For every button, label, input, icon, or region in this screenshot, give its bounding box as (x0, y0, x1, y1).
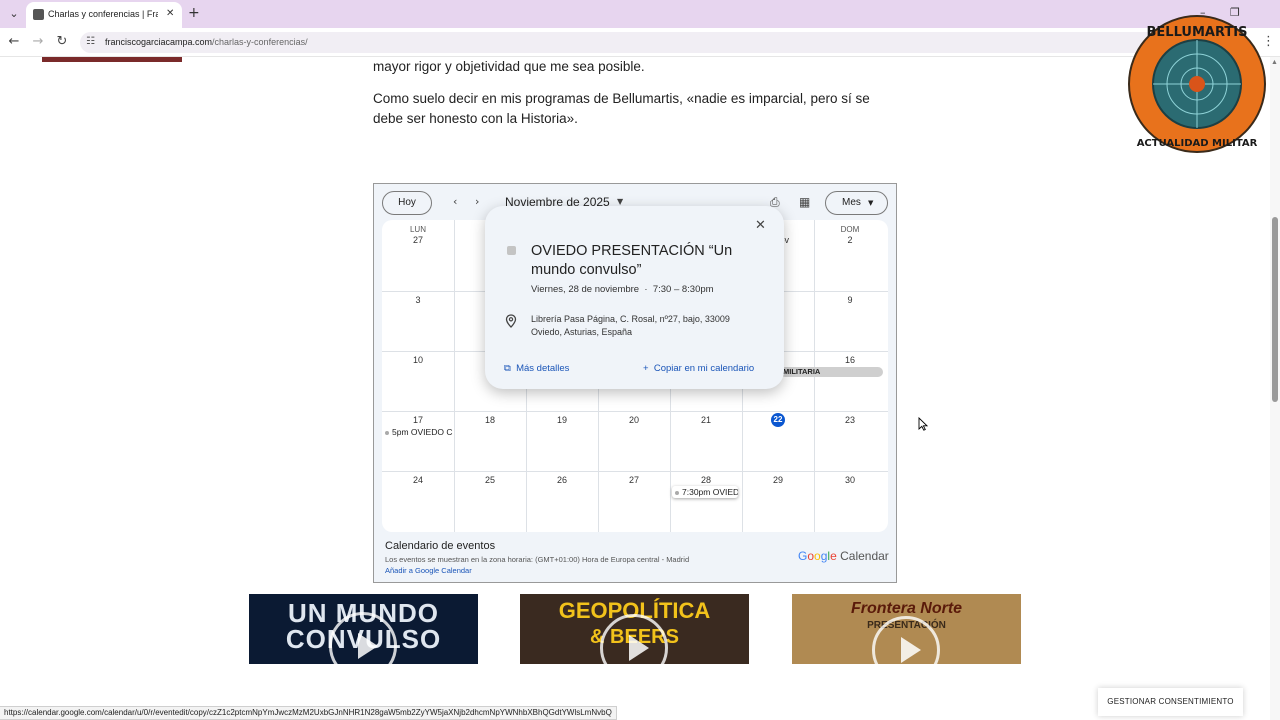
scrollbar-thumb[interactable] (1272, 217, 1278, 402)
video-thumbnail-geopolitica[interactable]: GEOPOLÍTICA & BEERS (520, 594, 749, 664)
month-dropdown-caret-icon[interactable]: ▼ (617, 197, 623, 206)
day-number[interactable]: 27 (598, 475, 670, 485)
location-line-1: Librería Pasa Página, C. Rosal, nº27, ba… (531, 314, 730, 324)
today-day-number[interactable]: 22 (771, 413, 785, 427)
event-location: Librería Pasa Página, C. Rosal, nº27, ba… (531, 313, 730, 339)
location-pin-icon (505, 314, 517, 328)
calendar-name: Calendario de eventos (385, 540, 496, 552)
text-paragraph-2: Como suelo decir en mis programas de Bel… (373, 91, 870, 126)
grid-divider (382, 471, 888, 472)
new-tab-plus-icon[interactable]: + (188, 5, 200, 21)
close-icon[interactable]: ✕ (755, 218, 766, 233)
day-number[interactable]: 10 (382, 355, 454, 365)
manage-consent-button[interactable]: GESTIONAR CONSENTIMIENTO (1098, 688, 1243, 716)
day-number[interactable]: 18 (454, 415, 526, 425)
brand-suffix: Calendar (840, 549, 889, 563)
back-arrow-icon[interactable]: ← (6, 34, 22, 50)
event-chip-militaria[interactable]: MILITARIA (780, 367, 883, 377)
url-domain: franciscogarciacampa.com (105, 37, 213, 47)
tab-list-chevron-down-icon[interactable]: ⌄ (5, 5, 23, 23)
day-number[interactable]: 30 (814, 475, 886, 485)
day-number[interactable]: 19 (526, 415, 598, 425)
event-dot-icon (385, 430, 389, 435)
event-color-square (507, 246, 516, 255)
event-chip-oviedo-17[interactable]: 5pm OVIEDO C (385, 427, 453, 437)
next-month-chevron-icon[interactable]: › (475, 195, 479, 208)
browser-tab-bar: ⌄ Charlas y conferencias | Francisco ✕ +… (0, 0, 1280, 28)
view-select-button[interactable]: Mes ▼ (825, 191, 888, 215)
event-dot-icon (675, 490, 679, 495)
weekday-header: DOM (840, 225, 860, 234)
google-calendar-logo[interactable]: Google Calendar (798, 549, 889, 563)
view-caret-icon: ▼ (868, 199, 874, 207)
event-details-popup: ✕ OVIEDO PRESENTACIÓN “Un mundo convulso… (485, 206, 784, 389)
url-path: /charlas-y-conferencias/ (212, 37, 308, 47)
day-number[interactable]: 28 (670, 475, 742, 485)
event-chip-oviedo-28[interactable]: 7:30pm OVIEDO (672, 486, 738, 498)
site-info-tune-icon[interactable]: ☷ (86, 36, 95, 47)
calendar-icon[interactable]: ▦ (799, 195, 810, 209)
day-number[interactable]: 25 (454, 475, 526, 485)
view-select-label: Mes (842, 197, 861, 208)
text-paragraph-1: mayor rigor y objetividad que me sea pos… (373, 59, 645, 74)
copy-to-calendar-link[interactable]: + Copiar en mi calendario (643, 363, 754, 374)
event-datetime: Viernes, 28 de noviembre · 7:30 – 8:30pm (531, 284, 714, 295)
day-number[interactable]: 2 (814, 235, 886, 245)
site-favicon-icon (33, 9, 44, 20)
mouse-cursor-icon (918, 417, 928, 431)
scroll-up-arrow-icon[interactable]: ▲ (1271, 59, 1278, 66)
day-number[interactable]: 3 (382, 295, 454, 305)
logo-text-bottom: ACTUALIDAD MILITAR (1137, 138, 1258, 149)
forward-arrow-icon[interactable]: → (30, 34, 46, 50)
bellumartis-logo[interactable]: BELLUMARTIS ACTUALIDAD MILITAR (1127, 14, 1267, 154)
timezone-note: Los eventos se muestran en la zona horar… (385, 555, 690, 564)
plus-icon: + (643, 363, 649, 374)
day-number[interactable]: 26 (526, 475, 598, 485)
day-number[interactable]: 29 (742, 475, 814, 485)
event-chip-label: 5pm OVIEDO C (392, 427, 453, 437)
day-number[interactable]: 27 (382, 235, 454, 245)
day-number[interactable]: 20 (598, 415, 670, 425)
status-bar-url: https://calendar.google.com/calendar/u/0… (0, 706, 617, 720)
day-number[interactable]: 23 (814, 415, 886, 425)
day-number[interactable]: 16 (814, 355, 886, 365)
grid-divider (454, 220, 455, 532)
address-bar[interactable]: ☷ franciscogarciacampa.com/charlas-y-con… (80, 32, 1180, 53)
more-details-label: Más detalles (516, 363, 570, 374)
video-thumbnail-un-mundo-convulso[interactable]: UN MUNDO CONVULSO (249, 594, 478, 664)
add-to-google-calendar-link[interactable]: Añadir a Google Calendar (385, 566, 472, 575)
browser-tab-active[interactable]: Charlas y conferencias | Francisco ✕ (26, 2, 182, 28)
more-details-link[interactable]: ⧉ Más detalles (504, 363, 569, 374)
grid-divider (382, 411, 888, 412)
menu-accent-bar (42, 57, 182, 62)
copy-to-calendar-label: Copiar en mi calendario (653, 363, 755, 374)
day-number[interactable]: 17 (382, 415, 454, 425)
open-in-new-icon: ⧉ (504, 363, 511, 374)
day-number[interactable]: 24 (382, 475, 454, 485)
prev-month-chevron-icon[interactable]: ‹ (453, 195, 457, 208)
reload-icon[interactable]: ↻ (54, 34, 70, 50)
tab-title: Charlas y conferencias | Francisco (48, 9, 158, 19)
logo-text-top: BELLUMARTIS (1147, 25, 1248, 40)
address-url[interactable]: franciscogarciacampa.com/charlas-y-confe… (105, 37, 308, 47)
today-button[interactable]: Hoy (382, 191, 432, 215)
day-number[interactable]: 21 (670, 415, 742, 425)
tab-close-icon[interactable]: ✕ (166, 8, 174, 19)
day-number[interactable]: 9 (814, 295, 886, 305)
location-line-2: Oviedo, Asturias, España (531, 327, 633, 337)
event-time: 7:30 – 8:30pm (652, 284, 714, 295)
event-chip-label: 7:30pm OVIEDO (682, 487, 738, 497)
event-date: Viernes, 28 de noviembre (531, 284, 640, 295)
video-thumbnail-frontera-norte[interactable]: Frontera Norte PRESENTACIÓN (792, 594, 1021, 664)
browser-toolbar: ← → ↻ ☷ franciscogarciacampa.com/charlas… (0, 28, 1280, 57)
event-separator: · (644, 284, 648, 295)
event-title: OVIEDO PRESENTACIÓN “Un mundo convulso” (531, 243, 733, 278)
weekday-header: LUN (409, 225, 426, 234)
